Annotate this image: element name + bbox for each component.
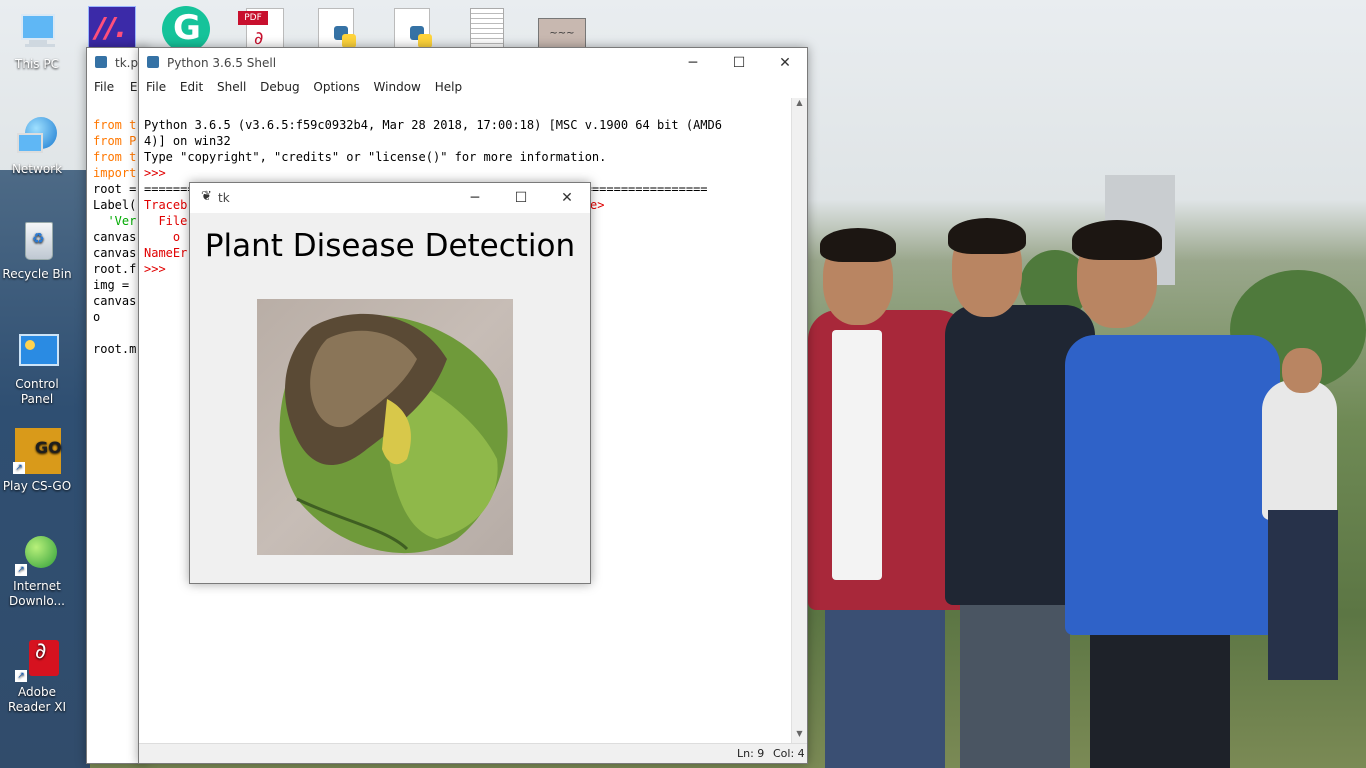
- tk-titlebar[interactable]: ❦ tk ─ ☐ ✕: [190, 183, 590, 213]
- python-file-icon: [95, 56, 107, 68]
- desktop-icon-label: Play CS-GO: [2, 479, 72, 493]
- code-line: from P: [93, 134, 137, 148]
- code-line: from t: [93, 118, 137, 132]
- pdf-badge: PDF: [238, 11, 268, 25]
- vertical-scrollbar[interactable]: ▲ ▼: [791, 98, 807, 743]
- computer-icon: [15, 10, 59, 54]
- shell-menubar: File Edit Shell Debug Options Window Hel…: [139, 78, 807, 98]
- menu-options[interactable]: Options: [313, 80, 359, 94]
- internet-download-manager-icon: ↗: [15, 532, 59, 576]
- desktop-icon-label: Recycle Bin: [2, 267, 72, 281]
- network-icon[interactable]: Network: [0, 115, 76, 177]
- editor-code[interactable]: from t from P from t import root = Label…: [93, 101, 136, 357]
- adobe-reader-icon: ∂ ↗: [15, 638, 59, 682]
- code-line: Label(: [93, 198, 137, 212]
- scroll-up-arrow[interactable]: ▲: [792, 98, 807, 112]
- code-line: img =: [93, 278, 130, 292]
- feather-icon: ❦: [201, 189, 212, 204]
- recycle-bin-icon: ♻: [15, 220, 59, 264]
- code-line: 'Ver: [93, 214, 137, 228]
- close-button[interactable]: ✕: [762, 48, 808, 78]
- menu-help[interactable]: Help: [435, 80, 462, 94]
- close-button[interactable]: ✕: [544, 183, 590, 213]
- code-line: o: [93, 310, 101, 324]
- status-line: Ln: 9: [737, 747, 765, 760]
- shell-error-tail: e>: [590, 198, 605, 212]
- grammarly-icon[interactable]: G: [162, 6, 210, 52]
- shell-error-line: File: [144, 214, 188, 228]
- this-pc-icon[interactable]: This PC: [0, 10, 76, 72]
- desktop-icon-label: Control Panel: [15, 377, 59, 406]
- code-line: root.f: [93, 262, 137, 276]
- shell-titlebar[interactable]: Python 3.6.5 Shell ─ ☐ ✕: [139, 48, 807, 78]
- tk-window[interactable]: ❦ tk ─ ☐ ✕ Plant Disease Detection: [189, 182, 591, 584]
- shell-error-line: Traceb: [144, 198, 188, 212]
- adobe-reader-icon[interactable]: ∂ ↗ Adobe Reader XI: [0, 638, 76, 715]
- status-col: Col: 4: [773, 747, 805, 760]
- shell-error-line: NameEr: [144, 246, 188, 260]
- menu-shell[interactable]: Shell: [217, 80, 246, 94]
- menu-file[interactable]: File: [146, 80, 166, 94]
- network-icon: [15, 115, 59, 159]
- control-panel-icon: [15, 330, 59, 374]
- leaf-image: [257, 299, 513, 555]
- menu-file[interactable]: File: [94, 80, 114, 94]
- tk-heading: Plant Disease Detection: [204, 228, 576, 264]
- code-line: import: [93, 166, 137, 180]
- shell-prompt: >>>: [144, 262, 166, 276]
- shell-line: Python 3.6.5 (v3.6.5:f59c0932b4, Mar 28 …: [144, 118, 722, 132]
- maximize-button[interactable]: ☐: [716, 48, 762, 78]
- control-panel-icon[interactable]: Control Panel: [0, 330, 76, 407]
- status-bar: Ln: 9 Col: 4: [139, 743, 807, 763]
- code-line: canvas: [93, 230, 137, 244]
- shell-title: Python 3.6.5 Shell: [167, 56, 277, 70]
- desktop-icon-label: Network: [11, 162, 63, 176]
- shell-prompt: >>>: [144, 166, 166, 180]
- menu-debug[interactable]: Debug: [260, 80, 299, 94]
- shell-error-line: o: [144, 230, 181, 244]
- scroll-down-arrow[interactable]: ▼: [792, 729, 807, 743]
- code-line: root.m: [93, 342, 137, 356]
- csgo-icon: GO ↗: [13, 428, 62, 476]
- desktop-icon-label: Adobe Reader XI: [7, 685, 67, 714]
- menu-window[interactable]: Window: [374, 80, 421, 94]
- python-icon: [147, 56, 159, 68]
- code-line: root =: [93, 182, 137, 196]
- desktop-icon-label: This PC: [15, 57, 59, 71]
- play-csgo-icon[interactable]: GO ↗ Play CS-GO: [0, 428, 76, 494]
- menu-edit[interactable]: Edit: [180, 80, 203, 94]
- code-line: from t: [93, 150, 137, 164]
- pdf-file-icon[interactable]: PDF ∂: [238, 8, 284, 52]
- code-line: canvas: [93, 294, 137, 308]
- minimize-button[interactable]: ─: [452, 183, 498, 213]
- recycle-bin-icon[interactable]: ♻ Recycle Bin: [0, 220, 76, 282]
- maximize-button[interactable]: ☐: [498, 183, 544, 213]
- code-line: canvas: [93, 246, 137, 260]
- shell-line: Type "copyright", "credits" or "license(…: [144, 150, 607, 164]
- tk-title: tk: [218, 191, 230, 205]
- desktop-icon-label: Internet Downlo...: [9, 579, 65, 608]
- shell-line: 4)] on win32: [144, 134, 231, 148]
- internet-download-manager-icon[interactable]: ↗ Internet Downlo...: [0, 532, 76, 609]
- minimize-button[interactable]: ─: [670, 48, 716, 78]
